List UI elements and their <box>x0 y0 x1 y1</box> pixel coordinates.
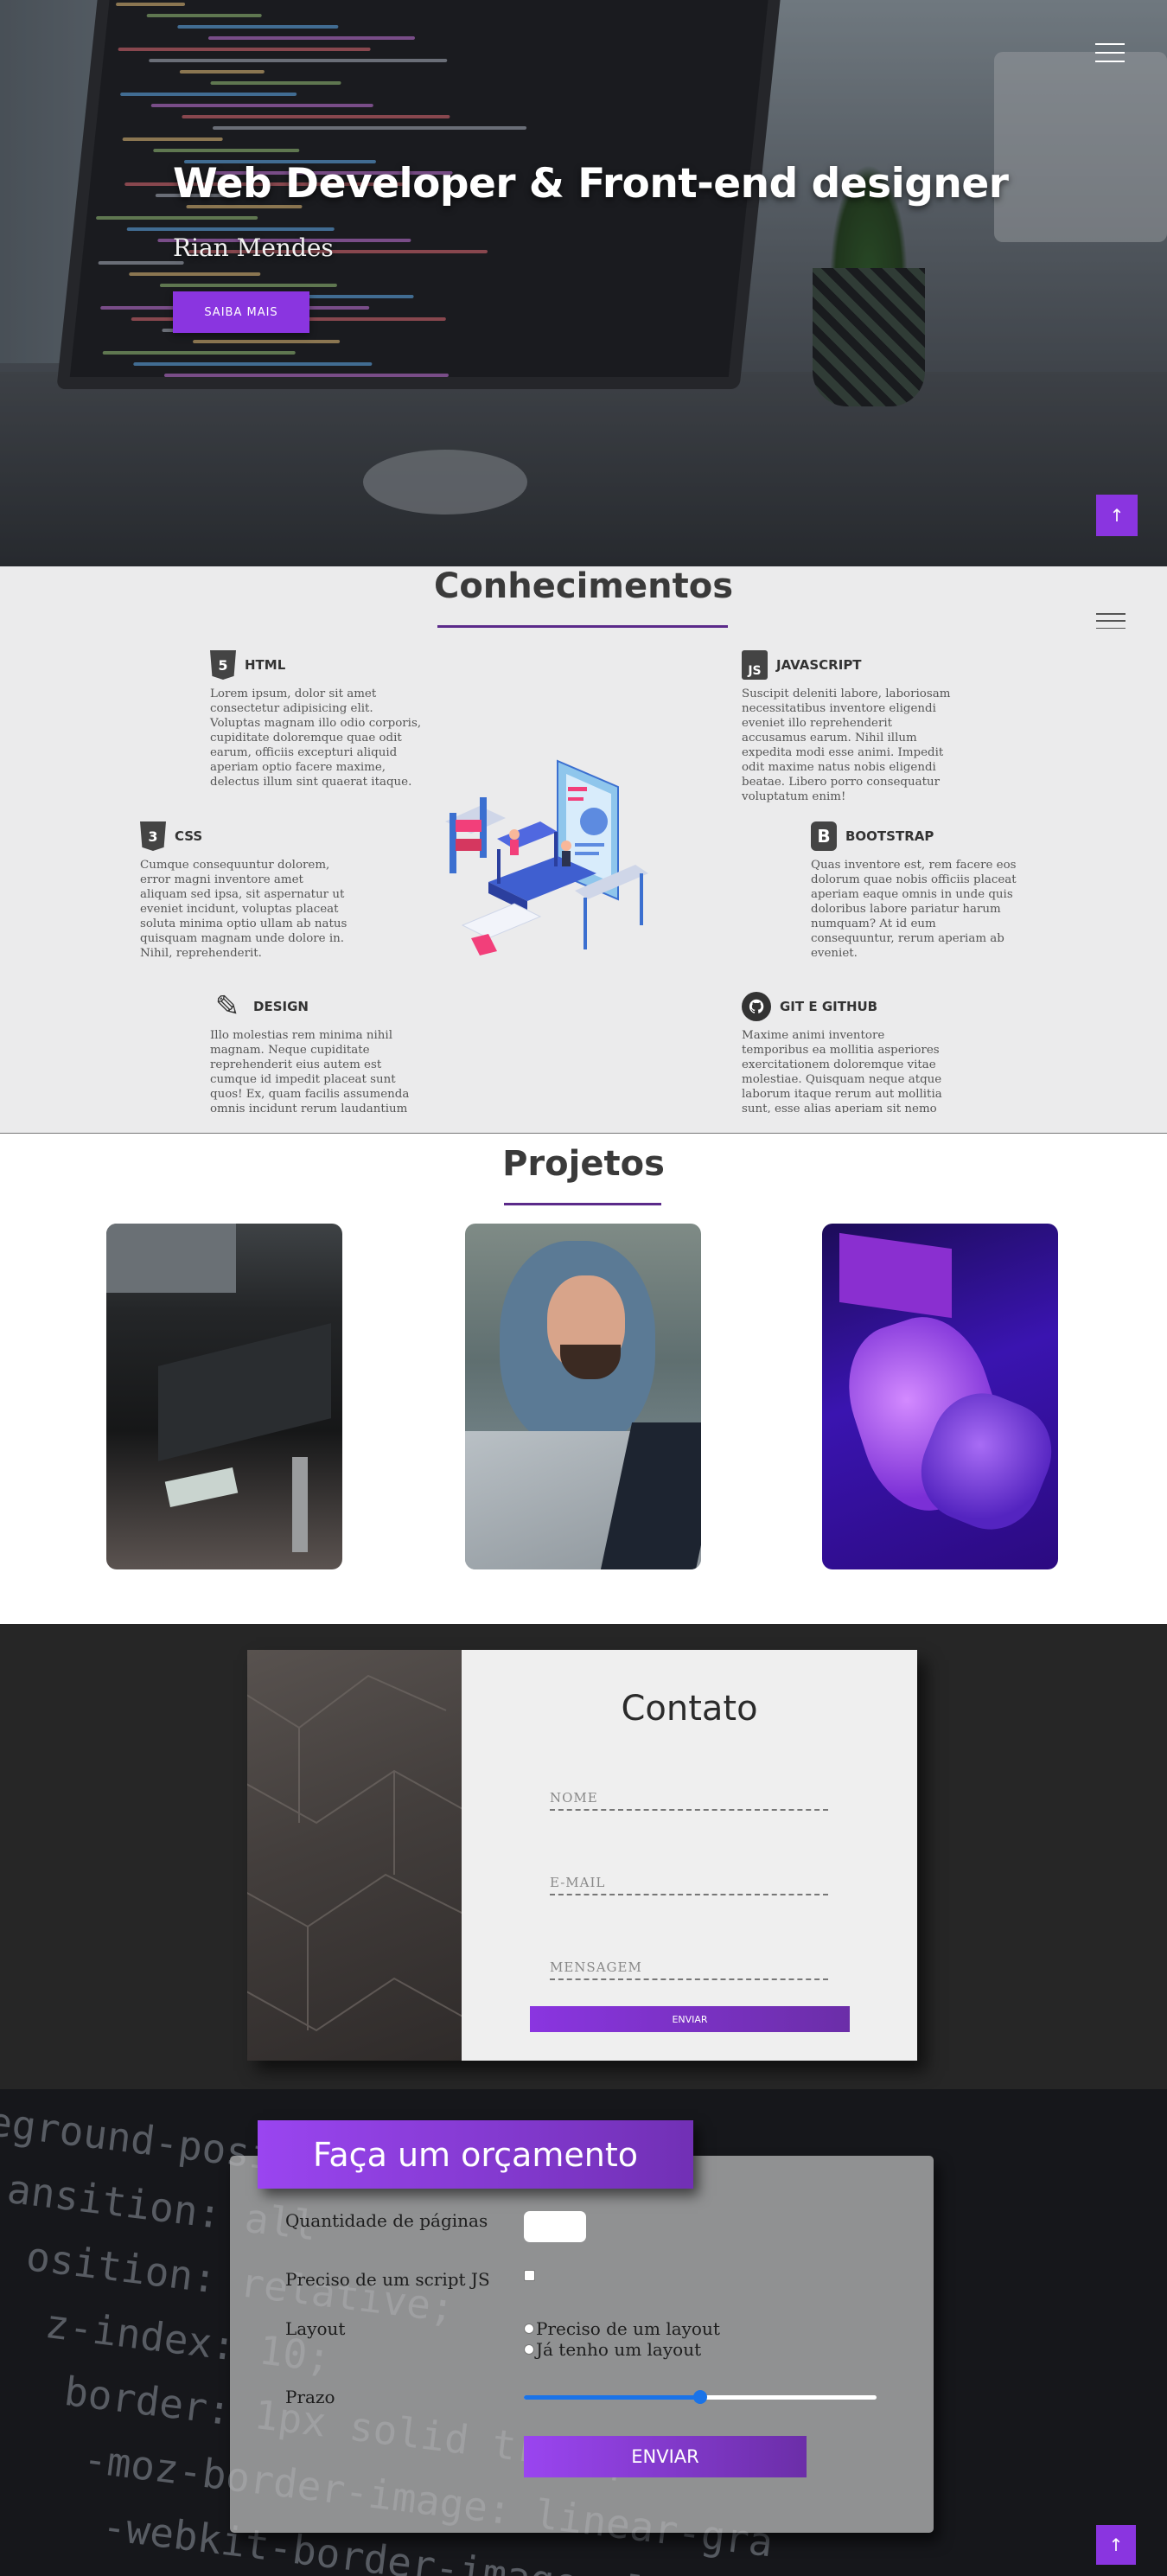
skill-css: 3 CSS Cumque consequuntur dolorem, error… <box>140 821 348 961</box>
projects-title-underline <box>504 1203 661 1205</box>
skills-title-underline <box>437 625 728 628</box>
layout-label: Layout <box>285 2318 346 2339</box>
hero-subtitle: Rian Mendes <box>173 233 334 262</box>
skill-description: Lorem ipsum, dolor sit amet consectetur … <box>210 687 422 789</box>
skills-title: Conhecimentos <box>433 566 734 606</box>
back-to-top-label: ↑ <box>1109 505 1125 526</box>
skill-name: CSS <box>175 828 203 844</box>
envelopes-pattern <box>247 1674 462 2032</box>
skill-name: BOOTSTRAP <box>845 828 934 844</box>
pencil-icon: ✎ <box>214 989 240 1024</box>
isometric-office-illustration <box>445 759 648 956</box>
project-developer-laptop[interactable] <box>465 1224 701 1569</box>
quote-title: Faça um orçamento <box>258 2120 693 2189</box>
hero-section: Web Developer & Front-end designer Rian … <box>0 0 1167 566</box>
deadline-slider[interactable] <box>524 2390 877 2404</box>
project-monitor <box>106 1224 236 1293</box>
script-checkbox[interactable] <box>524 2270 535 2281</box>
layout-radio-need[interactable]: Preciso de um layout <box>524 2318 720 2339</box>
skill-description: Cumque consequuntur dolorem, error magni… <box>140 859 348 960</box>
project-purple-pillows[interactable] <box>822 1224 1058 1569</box>
page: Web Developer & Front-end designer Rian … <box>0 0 1167 2576</box>
skill-name: HTML <box>245 657 286 673</box>
skill-design: ✎ DESIGN Illo molestias rem minima nihil… <box>210 989 422 1113</box>
skill-name: JAVASCRIPT <box>776 657 862 673</box>
skill-description: Maxime animi inventore temporibus ea mol… <box>742 1029 942 1113</box>
contact-title: Contato <box>621 1689 758 1729</box>
html5-icon: 5 <box>210 650 236 680</box>
radio-icon <box>524 2324 534 2334</box>
skill-description: Suscipit deleniti labore, laboriosam nec… <box>742 687 951 803</box>
hero-overlay <box>0 0 1167 566</box>
name-field[interactable]: NOME <box>550 1785 828 1811</box>
project-desk-leg <box>292 1457 308 1552</box>
contact-card: Contato NOME E-MAIL MENSAGEM ENVIAR <box>247 1650 917 2061</box>
javascript-icon: JS <box>742 650 768 680</box>
hamburger-icon[interactable] <box>1095 43 1125 62</box>
deadline-label: Prazo <box>285 2387 335 2407</box>
message-placeholder: MENSAGEM <box>550 1959 642 1975</box>
layout-option-label: Já tenho um layout <box>536 2339 702 2360</box>
script-label: Preciso de um script JS <box>285 2269 490 2290</box>
deadline-slider-thumb[interactable] <box>693 2390 707 2404</box>
hamburger-icon[interactable] <box>1096 613 1126 629</box>
contact-submit-button[interactable]: ENVIAR <box>530 2006 850 2032</box>
project-notes <box>164 1467 239 1507</box>
skill-description: Quas inventore est, rem facere eos dolor… <box>811 859 1017 960</box>
layout-option-label: Preciso de um layout <box>536 2318 720 2339</box>
radio-icon <box>524 2344 534 2355</box>
skill-name: DESIGN <box>253 999 309 1014</box>
name-placeholder: NOME <box>550 1790 598 1806</box>
bootstrap-icon: B <box>811 821 837 851</box>
message-field[interactable]: MENSAGEM <box>550 1954 828 1980</box>
deadline-slider-fill <box>524 2395 700 2400</box>
github-icon <box>742 992 771 1021</box>
project-keyboard <box>158 1323 331 1461</box>
skill-javascript: JS JAVASCRIPT Suscipit deleniti labore, … <box>742 650 953 804</box>
back-to-top-label: ↑ <box>1108 2534 1124 2555</box>
skill-html: 5 HTML Lorem ipsum, dolor sit amet conse… <box>210 650 422 789</box>
projects-title: Projetos <box>502 1144 665 1184</box>
email-field[interactable]: E-MAIL <box>550 1870 828 1895</box>
email-placeholder: E-MAIL <box>550 1875 606 1890</box>
arrow-up-icon[interactable]: ↑ <box>1096 495 1138 536</box>
arrow-up-icon[interactable]: ↑ <box>1096 2525 1136 2565</box>
project-box <box>839 1232 952 1319</box>
envelopes-image <box>247 1650 462 2061</box>
skill-git: GIT E GITHUB Maxime animi inventore temp… <box>742 992 953 1113</box>
project-desk-keyboard[interactable] <box>106 1224 342 1569</box>
layout-radio-have[interactable]: Já tenho um layout <box>524 2339 701 2360</box>
css3-icon: 3 <box>140 821 166 851</box>
skill-description: Illo molestias rem minima nihil magnam. … <box>210 1029 410 1113</box>
pages-input[interactable] <box>524 2211 586 2242</box>
skill-bootstrap: B BOOTSTRAP Quas inventore est, rem face… <box>811 821 1023 961</box>
pages-label: Quantidade de páginas <box>285 2210 488 2231</box>
hero-title: Web Developer & Front-end designer <box>173 160 1009 208</box>
quote-submit-button[interactable]: ENVIAR <box>524 2436 807 2477</box>
saiba-mais-button[interactable]: SAIBA MAIS <box>173 291 309 333</box>
skill-name: GIT E GITHUB <box>780 999 878 1014</box>
